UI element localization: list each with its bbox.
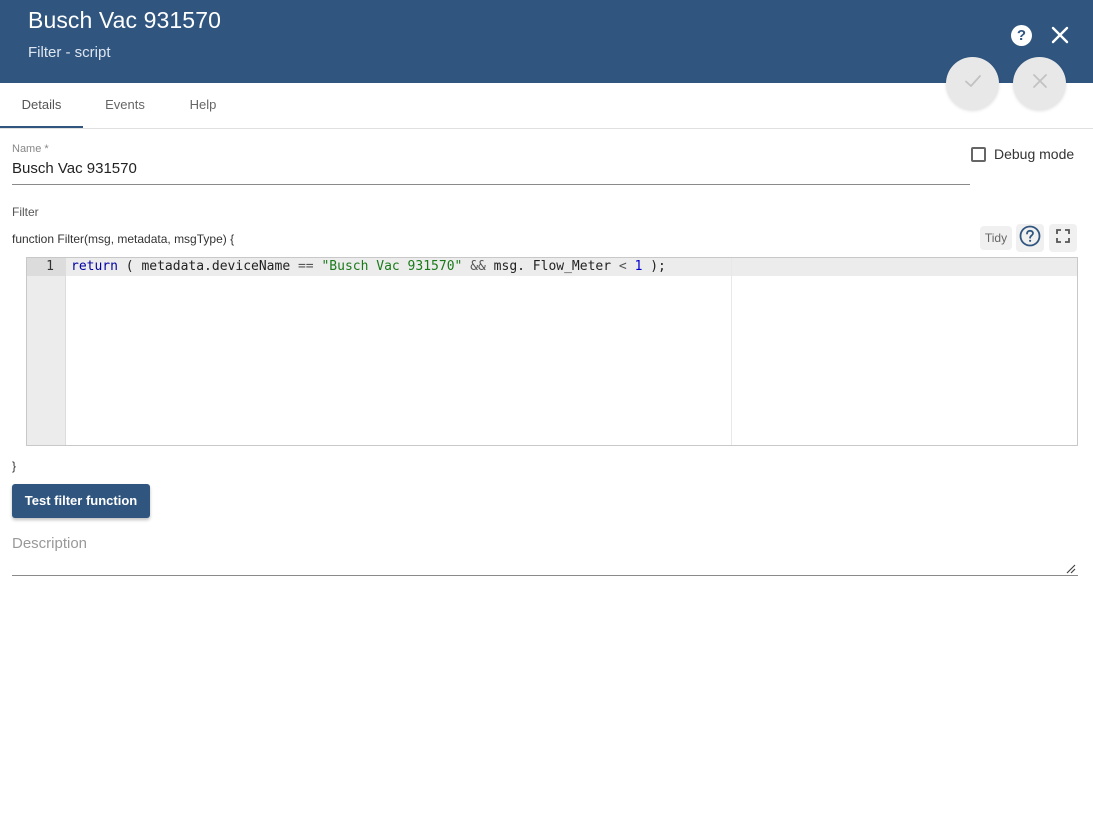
test-filter-function-button[interactable]: Test filter function: [12, 484, 150, 518]
tab-bar: Details Events Help: [0, 83, 1093, 129]
tab-details[interactable]: Details: [0, 83, 83, 129]
active-tab-indicator: [0, 126, 83, 128]
code-text: ( metadata.deviceName: [117, 259, 298, 274]
help-circle-icon: [1019, 225, 1041, 252]
code-operator: &&: [470, 259, 486, 274]
tab-events[interactable]: Events: [92, 83, 158, 129]
code-editor[interactable]: 1 return ( metadata.deviceName == "Busch…: [26, 257, 1078, 446]
fullscreen-icon: [1055, 228, 1071, 249]
code-text: msg. Flow_Meter: [485, 259, 619, 274]
tidy-button[interactable]: Tidy: [980, 226, 1012, 250]
function-closing-brace: }: [12, 459, 17, 473]
filter-label: Filter: [12, 205, 39, 219]
code-line[interactable]: return ( metadata.deviceName == "Busch V…: [71, 259, 666, 274]
code-operator: <: [618, 259, 627, 274]
code-string: "Busch Vac 931570": [321, 259, 463, 274]
close-icon[interactable]: [1049, 24, 1071, 46]
description-field[interactable]: Description: [12, 535, 1078, 576]
dialog-title: Busch Vac 931570: [28, 7, 221, 33]
code-operator: ==: [297, 259, 314, 274]
debug-mode-label: Debug mode: [994, 146, 1075, 162]
tab-help[interactable]: Help: [178, 83, 228, 129]
function-signature: function Filter(msg, metadata, msgType) …: [12, 232, 235, 246]
debug-mode-toggle[interactable]: Debug mode: [971, 146, 1074, 162]
debug-mode-checkbox[interactable]: [971, 146, 986, 162]
help-icon[interactable]: ?: [1011, 25, 1032, 46]
name-field-label: Name *: [12, 143, 49, 155]
description-placeholder: Description: [12, 535, 88, 552]
dialog-header: Busch Vac 931570 Filter - script ?: [0, 0, 1093, 83]
editor-gutter: 1: [27, 258, 66, 445]
name-input-underline: [12, 184, 970, 185]
editor-help-button[interactable]: [1016, 224, 1044, 252]
dialog-subtitle: Filter - script: [28, 44, 111, 61]
code-keyword: return: [71, 259, 118, 274]
resize-handle-icon[interactable]: [1066, 561, 1076, 574]
line-number: 1: [46, 259, 54, 274]
name-input[interactable]: Busch Vac 931570: [12, 160, 137, 177]
fullscreen-button[interactable]: [1049, 224, 1077, 252]
code-text: );: [642, 259, 666, 274]
print-margin: [731, 258, 732, 445]
